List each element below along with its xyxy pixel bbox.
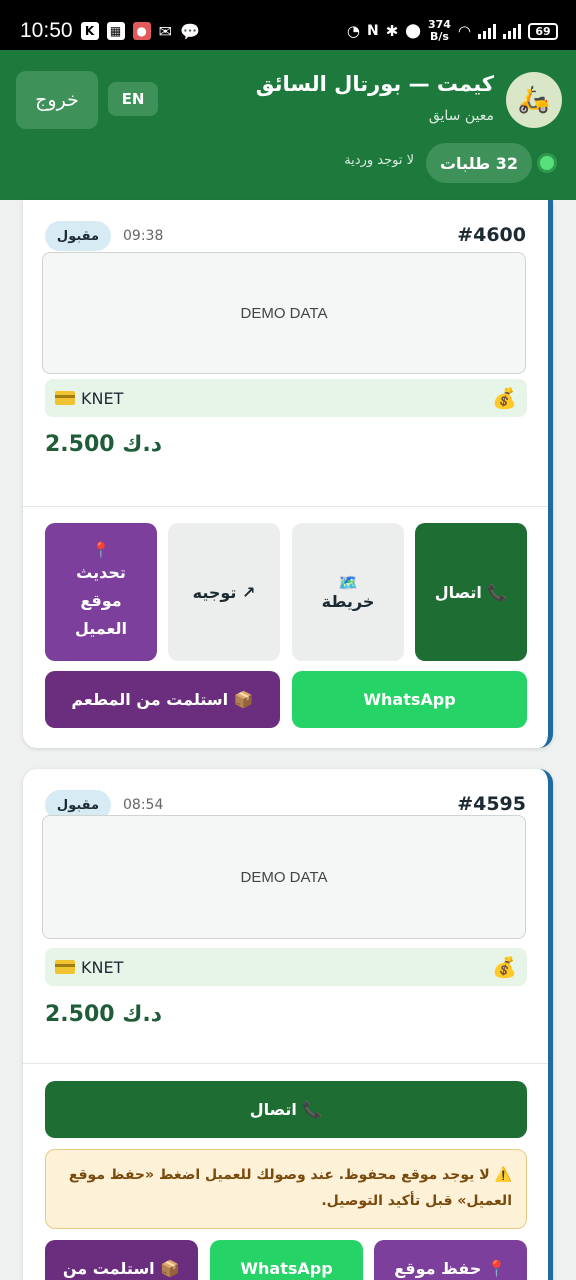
credit-card-icon <box>55 391 75 405</box>
order-time: 09:38 <box>123 228 164 244</box>
network-speed: 374 B/s <box>427 18 451 43</box>
wifi-icon: ◠ <box>457 22 471 40</box>
pin-icon: 📍 <box>91 541 111 559</box>
received-from-restaurant-button[interactable]: 📦 استلمت من المطعم <box>45 671 280 728</box>
signal-icon-2 <box>503 23 521 39</box>
order-id: #4595 <box>457 793 526 815</box>
driver-name: معين سايق <box>428 108 494 124</box>
divider <box>23 506 548 507</box>
gps-icon: ⬤ <box>405 23 421 39</box>
order-time: 08:54 <box>123 797 164 813</box>
save-location-button[interactable]: 📍 حفظ موقع <box>374 1240 527 1280</box>
navigate-button[interactable]: ↗ توجيه <box>168 523 280 661</box>
speedometer-icon: ◔ <box>346 22 360 40</box>
page-title: كيمت — بورتال السائق <box>255 72 494 96</box>
language-toggle-button[interactable]: EN <box>108 82 158 116</box>
payment-method: KNET <box>55 389 123 408</box>
chat-icon: 💬 <box>179 21 200 41</box>
mail-icon: ✉ <box>158 21 172 41</box>
order-amount: 2.500 د.ك <box>45 432 163 457</box>
map-icon: 🗺️ <box>338 573 358 592</box>
logout-button[interactable]: خروج <box>16 71 98 129</box>
call-button[interactable]: 📞 اتصال <box>45 1081 527 1138</box>
online-status-dot <box>540 156 554 170</box>
nfc-icon: N <box>366 23 379 39</box>
shift-status: لا توجد وردية <box>344 153 414 168</box>
received-from-restaurant-button[interactable]: 📦 استلمت من <box>45 1240 198 1280</box>
map-button-label: خريطة <box>321 592 375 611</box>
status-time: 10:50 <box>20 19 73 42</box>
signal-icon <box>478 23 496 39</box>
money-bag-icon: 💰 <box>492 386 517 410</box>
money-bag-icon: 💰 <box>492 955 517 979</box>
order-details-box: DEMO DATA <box>42 252 526 374</box>
scooter-icon: 🛵 <box>506 72 562 128</box>
orders-count-badge[interactable]: 32 طلبات <box>426 143 532 183</box>
map-button[interactable]: 🗺️ خريطة <box>292 523 404 661</box>
order-card: #4595 08:54 مقبول DEMO DATA KNET 💰 2.500… <box>23 769 553 1280</box>
order-card: #4600 09:38 مقبول DEMO DATA KNET 💰 2.500… <box>23 200 553 748</box>
call-button[interactable]: 📞 اتصال <box>415 523 527 661</box>
battery-icon: 69 <box>528 22 558 40</box>
order-amount: 2.500 د.ك <box>45 1002 163 1027</box>
payment-row: KNET 💰 <box>45 948 527 986</box>
payment-row: KNET 💰 <box>45 379 527 417</box>
payment-method: KNET <box>55 958 123 977</box>
image-icon: ▦ <box>106 22 125 40</box>
k-app-icon: K <box>80 22 99 40</box>
credit-card-icon <box>55 960 75 974</box>
order-details-box: DEMO DATA <box>42 815 526 939</box>
app-header: خروج EN كيمت — بورتال السائق معين سايق 🛵… <box>0 50 576 200</box>
update-location-label: تحديث موقع العميل <box>74 563 128 638</box>
location-app-icon: ● <box>132 22 151 40</box>
whatsapp-button[interactable]: WhatsApp <box>292 671 527 728</box>
bluetooth-icon: ✱ <box>385 22 399 40</box>
whatsapp-button[interactable]: WhatsApp <box>210 1240 363 1280</box>
divider <box>23 1063 548 1064</box>
update-location-button[interactable]: 📍 تحديث موقع العميل <box>45 523 157 661</box>
order-id: #4600 <box>457 224 526 246</box>
status-badge: مقبول <box>45 221 111 251</box>
no-location-warning: ⚠️ لا يوجد موقع محفوظ. عند وصولك للعميل … <box>45 1149 527 1229</box>
